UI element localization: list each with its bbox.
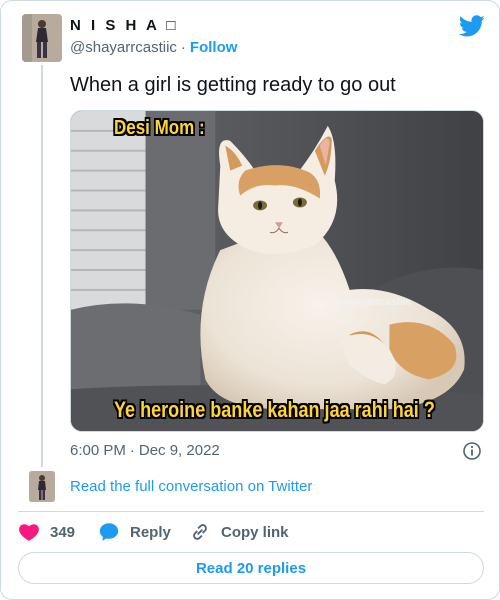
handle-row: @shayarrcastiic · Follow xyxy=(70,39,237,56)
tweet-media-image[interactable]: Desi Mom : @shayarrcastiic Ye heroine ba… xyxy=(70,110,484,432)
info-icon[interactable] xyxy=(462,441,482,461)
user-handle[interactable]: @shayarrcastiic xyxy=(70,39,177,56)
cat-photo xyxy=(71,111,483,431)
tweet-date: Dec 9, 2022 xyxy=(138,442,220,459)
separator: · xyxy=(129,442,135,459)
link-icon xyxy=(193,524,207,540)
heart-icon xyxy=(19,524,39,541)
thread-line xyxy=(41,65,43,467)
display-name[interactable]: N I S H A □ xyxy=(70,17,178,34)
meme-caption-bottom: Ye heroine banke kahan jaa rahi hai ? xyxy=(114,397,435,422)
like-button[interactable]: 349 xyxy=(18,521,75,543)
tweet-time: 6:00 PM xyxy=(70,442,126,459)
meme-watermark: @shayarrcastiic xyxy=(334,297,412,308)
tweet-text: When a girl is getting ready to go out xyxy=(70,74,396,96)
copy-link-label: Copy link xyxy=(221,523,289,541)
twitter-bird-icon[interactable] xyxy=(459,15,485,37)
avatar[interactable] xyxy=(22,14,62,62)
separator: · xyxy=(180,39,186,56)
tweet-embed-card: N I S H A □ @shayarrcastiic · Follow When … xyxy=(0,0,500,600)
reply-label: Reply xyxy=(130,523,171,541)
reply-bubble-icon xyxy=(99,523,119,541)
meme-caption-top: Desi Mom : xyxy=(114,117,205,139)
copy-link-button[interactable]: Copy link xyxy=(189,521,289,543)
read-conversation-link[interactable]: Read the full conversation on Twitter xyxy=(70,478,312,495)
like-count: 349 xyxy=(50,523,76,541)
tweet-timestamp[interactable]: 6:00 PM · Dec 9, 2022 xyxy=(70,442,220,459)
read-replies-button[interactable]: Read 20 replies xyxy=(18,552,484,584)
small-avatar[interactable] xyxy=(29,471,55,502)
reply-button[interactable]: Reply xyxy=(98,521,171,543)
avatar-image xyxy=(22,14,62,62)
divider xyxy=(18,511,484,512)
small-avatar-image xyxy=(29,471,55,502)
follow-link[interactable]: Follow xyxy=(190,39,238,56)
